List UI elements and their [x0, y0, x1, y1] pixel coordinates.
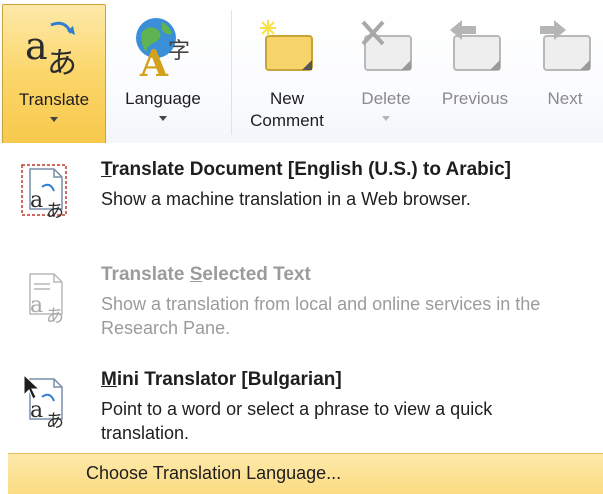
menu-item-description: Show a translation from local and online…	[101, 294, 541, 338]
delete-comment-icon	[361, 20, 412, 71]
new-comment-label-line1: New	[269, 89, 304, 108]
language-dropdown-arrow	[159, 116, 167, 121]
language-icon-latin: A	[139, 43, 169, 80]
delete-dropdown-arrow	[382, 116, 390, 121]
svg-text:a: a	[30, 188, 43, 213]
accelerator-key: T	[101, 159, 112, 180]
accelerator-key: M	[101, 369, 117, 390]
svg-text:あ: あ	[46, 201, 64, 219]
accelerator-key: S	[189, 264, 203, 285]
delete-label: Delete	[361, 89, 411, 108]
review-ribbon: a あ Translate A 字 Language New Comment D…	[0, 0, 603, 144]
translate-icon-kana: あ	[47, 46, 77, 81]
language-icon: A 字	[136, 18, 190, 80]
next-comment-button[interactable]: Next	[527, 4, 603, 144]
next-label: Next	[547, 89, 583, 108]
menu-item-choose-translation-language[interactable]: Choose Translation Language...	[8, 453, 603, 494]
menu-item-translate-selected-text[interactable]: a あ Translate Selected Text Show a trans…	[0, 258, 603, 353]
new-comment-label-line2: Comment	[250, 111, 324, 130]
translate-dropdown-menu: a あ Translate Document [English (U.S.) t…	[0, 143, 603, 494]
choose-translation-language-label: Choose Translation Language...	[86, 463, 342, 483]
language-icon-kanji: 字	[168, 39, 190, 64]
menu-item-title: Translate Document [English (U.S.) to Ar…	[101, 159, 511, 180]
menu-item-description: Show a machine translation in a Web brow…	[101, 189, 471, 209]
translate-icon: a あ	[25, 21, 77, 81]
ribbon-group-separator	[231, 10, 232, 135]
next-comment-icon	[540, 20, 591, 71]
translate-selected-icon: a あ	[29, 273, 64, 324]
new-comment-label: New Comment	[235, 88, 339, 132]
translate-dropdown-arrow	[50, 117, 58, 122]
menu-item-mini-translator[interactable]: a あ Mini Translator [Bulgarian] Point to…	[0, 363, 603, 458]
menu-item-translate-document[interactable]: a あ Translate Document [English (U.S.) t…	[0, 153, 603, 248]
svg-text:a: a	[30, 398, 43, 423]
translate-label: Translate	[18, 90, 90, 109]
menu-item-title: Translate Selected Text	[101, 264, 311, 285]
mini-translator-icon: a あ	[23, 373, 64, 429]
language-label: Language	[125, 89, 201, 108]
svg-text:あ: あ	[46, 306, 64, 324]
previous-label: Previous	[441, 89, 509, 108]
delete-comment-button[interactable]: Delete	[343, 4, 429, 144]
menu-item-title: Mini Translator [Bulgarian]	[101, 369, 342, 390]
menu-item-description: Point to a word or select a phrase to vi…	[101, 399, 493, 443]
translate-icon-latin: a	[25, 24, 48, 68]
svg-text:あ: あ	[46, 411, 64, 429]
translate-button[interactable]: a あ Translate	[2, 4, 106, 144]
new-comment-button[interactable]: New Comment	[235, 4, 339, 144]
previous-comment-icon	[450, 20, 501, 71]
previous-comment-button[interactable]: Previous	[428, 4, 522, 144]
language-button[interactable]: A 字 Language	[108, 4, 218, 144]
translate-document-icon: a あ	[21, 164, 67, 219]
new-comment-icon	[260, 20, 313, 71]
svg-text:a: a	[30, 293, 43, 318]
